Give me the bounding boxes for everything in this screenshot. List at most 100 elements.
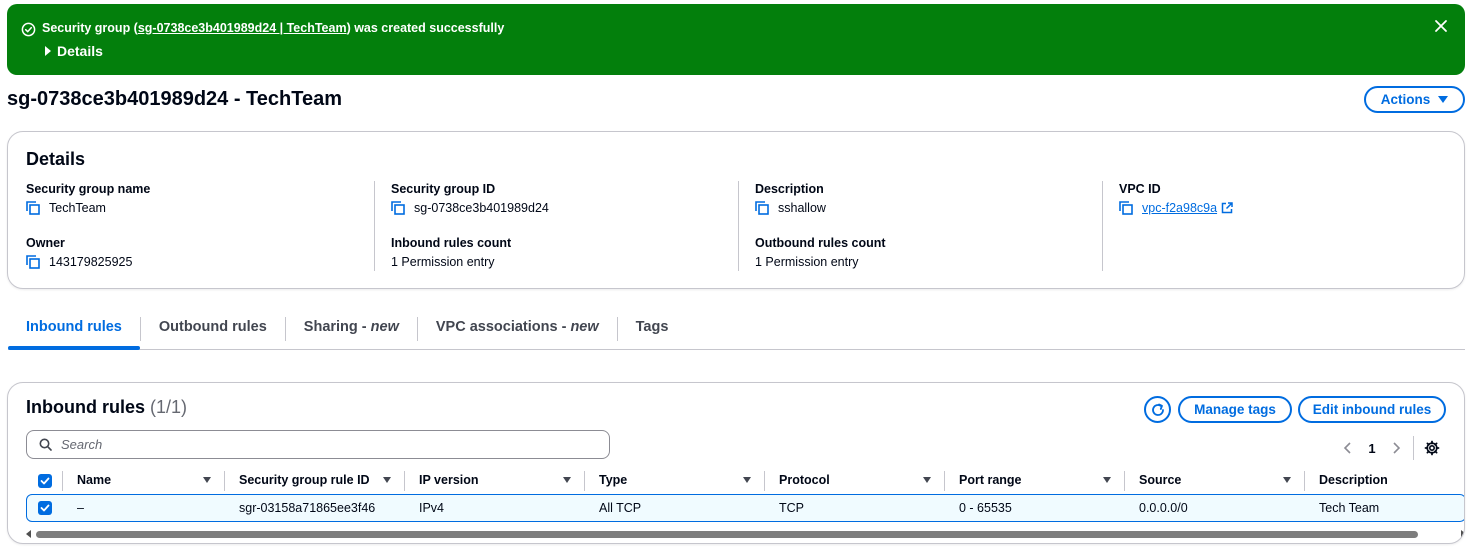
field-label: Description — [755, 182, 824, 196]
refresh-button[interactable] — [1144, 396, 1171, 423]
flash-details-label: Details — [57, 43, 103, 59]
pager-divider — [1413, 436, 1414, 460]
sort-caret-icon[interactable] — [743, 477, 751, 483]
copy-icon[interactable] — [26, 255, 40, 269]
cell-port-range: 0 - 65535 — [959, 501, 1012, 515]
column-divider — [404, 471, 405, 491]
field-value: TechTeam — [49, 201, 106, 215]
copy-icon[interactable] — [26, 201, 40, 215]
cell-protocol: TCP — [779, 501, 804, 515]
column-divider — [1102, 181, 1103, 271]
scroll-right-arrow-icon[interactable] — [1461, 530, 1464, 538]
manage-tags-button[interactable]: Manage tags — [1178, 396, 1292, 423]
column-header-ip-version[interactable]: IP version — [419, 473, 479, 487]
external-link-icon — [1221, 202, 1233, 214]
inbound-rules-table: Name Security group rule ID IP version T… — [26, 467, 1464, 522]
field-label: Security group ID — [391, 182, 496, 196]
inbound-rules-title: Inbound rules (1/1) — [26, 397, 188, 417]
tab-sharing[interactable]: Sharing - new — [286, 312, 417, 349]
page-number[interactable]: 1 — [1352, 441, 1392, 456]
cell-description: Tech Team — [1319, 501, 1380, 515]
scroll-left-arrow-icon[interactable] — [26, 530, 31, 538]
cell-source: 0.0.0.0/0 — [1139, 501, 1188, 515]
field-vpc-id: VPC ID vpc-f2a98c9a — [1119, 182, 1233, 215]
column-divider — [584, 471, 585, 491]
cell-type: All TCP — [599, 501, 642, 515]
field-sg-name: Security group name TechTeam — [26, 182, 150, 215]
sort-caret-icon[interactable] — [1103, 477, 1111, 483]
actions-button[interactable]: Actions — [1364, 86, 1465, 113]
field-value: 1 Permission entry — [755, 255, 859, 269]
cell-rule-id: sgr-03158a71865ee3f46 — [239, 501, 376, 515]
scrollbar-thumb[interactable] — [36, 531, 1418, 538]
field-sg-id: Security group ID sg-0738ce3b401989d24 — [391, 182, 549, 215]
search-box — [26, 430, 610, 459]
pagination: 1 — [1343, 436, 1440, 460]
sort-caret-icon[interactable] — [563, 477, 571, 483]
actions-label: Actions — [1380, 92, 1431, 107]
search-input[interactable] — [59, 436, 599, 453]
row-checkbox[interactable] — [38, 501, 52, 515]
caret-right-icon — [45, 46, 51, 56]
success-check-icon — [21, 22, 36, 37]
field-label: Inbound rules count — [391, 236, 512, 250]
column-header-rule-id[interactable]: Security group rule ID — [239, 473, 370, 487]
column-divider — [738, 181, 739, 271]
chevron-left-icon[interactable] — [1343, 441, 1352, 455]
details-title: Details — [26, 149, 86, 169]
close-icon[interactable] — [1433, 18, 1449, 34]
field-label: Owner — [26, 236, 65, 250]
flash-message: Security group (sg-0738ce3b401989d24 | T… — [42, 21, 505, 35]
column-divider — [374, 181, 375, 271]
column-header-source[interactable]: Source — [1139, 473, 1181, 487]
select-all-checkbox[interactable] — [38, 474, 52, 488]
column-header-type[interactable]: Type — [599, 473, 627, 487]
edit-inbound-rules-button[interactable]: Edit inbound rules — [1298, 396, 1446, 423]
field-label: Outbound rules count — [755, 236, 886, 250]
column-header-protocol[interactable]: Protocol — [779, 473, 830, 487]
sort-caret-icon[interactable] — [203, 477, 211, 483]
vpc-link[interactable]: vpc-f2a98c9a — [1142, 201, 1217, 215]
search-icon — [39, 438, 52, 451]
copy-icon[interactable] — [755, 201, 769, 215]
tab-tags[interactable]: Tags — [618, 312, 687, 349]
horizontal-scrollbar[interactable] — [26, 528, 1464, 540]
inbound-rules-card: Inbound rules (1/1) Manage tags Edit inb… — [7, 382, 1465, 544]
column-header-description[interactable]: Description — [1319, 473, 1388, 487]
field-outbound-count: Outbound rules count 1 Permission entry — [755, 236, 886, 269]
copy-icon[interactable] — [391, 201, 405, 215]
column-divider — [224, 471, 225, 491]
sort-caret-icon[interactable] — [1283, 477, 1291, 483]
field-label: VPC ID — [1119, 182, 1161, 196]
column-header-name[interactable]: Name — [77, 473, 111, 487]
gear-icon[interactable] — [1424, 440, 1440, 456]
column-header-port-range[interactable]: Port range — [959, 473, 1022, 487]
table-row[interactable]: – sgr-03158a71865ee3f46 IPv4 All TCP TCP… — [26, 494, 1464, 522]
column-divider — [1124, 471, 1125, 491]
page-title: sg-0738ce3b401989d24 - TechTeam — [7, 88, 343, 110]
field-value: sg-0738ce3b401989d24 — [414, 201, 549, 215]
flash-details-toggle[interactable]: Details — [45, 43, 103, 59]
field-label: Security group name — [26, 182, 151, 196]
field-value: sshallow — [778, 201, 826, 215]
checkmark-icon — [40, 477, 50, 485]
sort-caret-icon[interactable] — [383, 477, 391, 483]
flash-sg-link[interactable]: sg-0738ce3b401989d24 | TechTeam — [138, 21, 347, 35]
tab-bar: Inbound rules Outbound rules Sharing - n… — [8, 312, 1465, 350]
column-divider — [1304, 471, 1305, 491]
chevron-right-icon[interactable] — [1392, 441, 1401, 455]
details-card: Details Security group name TechTeam Sec… — [7, 131, 1465, 289]
sort-caret-icon[interactable] — [923, 477, 931, 483]
cell-ip-version: IPv4 — [419, 501, 445, 515]
tab-vpc-associations[interactable]: VPC associations - new — [418, 312, 617, 349]
column-divider — [944, 471, 945, 491]
tab-inbound-rules[interactable]: Inbound rules — [8, 312, 140, 350]
tab-outbound-rules[interactable]: Outbound rules — [141, 312, 285, 349]
cell-name: – — [77, 501, 84, 515]
column-divider — [62, 471, 63, 491]
copy-icon[interactable] — [1119, 201, 1133, 215]
field-description: Description sshallow — [755, 182, 826, 215]
refresh-icon — [1151, 403, 1164, 416]
field-value: 143179825925 — [49, 255, 133, 269]
checkmark-icon — [40, 504, 50, 512]
